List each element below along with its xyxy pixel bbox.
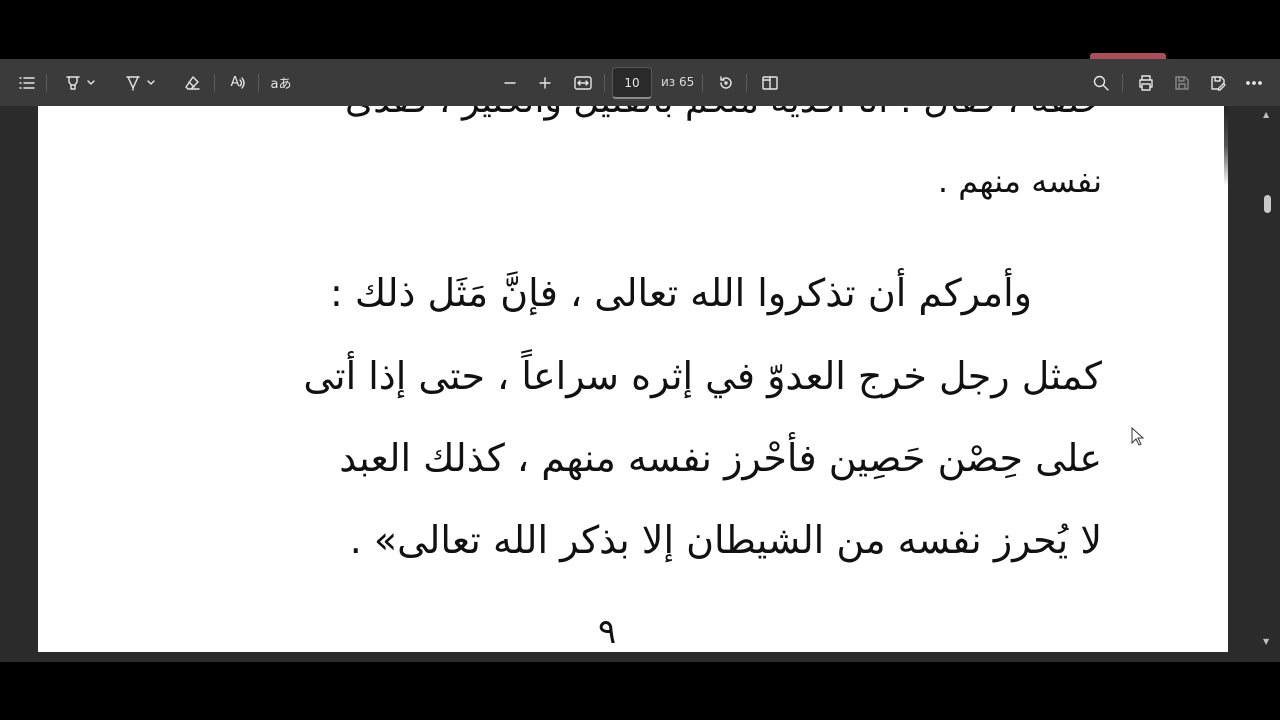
printer-icon <box>1139 74 1153 91</box>
toolbar-separator <box>746 74 747 92</box>
sound-waves-icon <box>239 76 246 89</box>
top-black-area <box>0 0 1280 59</box>
bottom-black-area <box>0 652 1280 720</box>
pdf-page: خلفه ، فقال : أنا أفديه منكم بالقليل وال… <box>38 106 1228 652</box>
save-button[interactable] <box>1170 59 1194 106</box>
scan-edge-shadow <box>1224 106 1228 186</box>
search-button[interactable] <box>1090 59 1112 106</box>
chevron-down-icon <box>87 79 95 85</box>
toolbar-separator <box>702 74 703 92</box>
zoom-out-button[interactable] <box>499 59 521 106</box>
eraser-icon <box>185 75 200 90</box>
list-icon <box>19 76 35 89</box>
page-total-label: из 65 <box>661 75 695 89</box>
mouse-cursor-icon <box>1131 426 1145 451</box>
floppy-disk-icon <box>1175 75 1189 90</box>
toolbar-separator <box>46 74 47 92</box>
print-button[interactable] <box>1134 59 1158 106</box>
text-line: كمثل رجل خرج العدوّ في إثره سراعاً ، حتى… <box>303 354 1102 398</box>
toolbar-separator <box>214 74 215 92</box>
bottom-scroll-strip <box>0 652 1280 662</box>
pen-icon <box>126 75 140 91</box>
highlight-button[interactable] <box>58 59 102 106</box>
text-line: نفسه منهم . <box>937 162 1102 200</box>
plus-icon <box>539 76 551 89</box>
scrollbar-thumb[interactable] <box>1264 195 1271 213</box>
page-number-input[interactable] <box>612 67 652 99</box>
toolbar-separator <box>604 74 605 92</box>
scroll-up-arrow-icon[interactable]: ▲ <box>1263 110 1269 119</box>
rotate-icon <box>720 75 732 89</box>
minus-icon <box>504 81 516 84</box>
page-number-footer: ٩ <box>598 612 617 652</box>
fit-to-width-button[interactable] <box>570 59 596 106</box>
page-view-icon <box>762 75 778 90</box>
document-viewer[interactable]: خلفه ، فقال : أنا أفديه منكم بالقليل وال… <box>0 106 1280 652</box>
translate-button[interactable]: aあ <box>268 59 294 106</box>
highlighter-icon <box>66 75 80 90</box>
rotate-button[interactable] <box>714 59 738 106</box>
read-aloud-icon: A <box>230 75 240 90</box>
eraser-button[interactable] <box>180 59 204 106</box>
scroll-down-arrow-icon[interactable]: ▼ <box>1263 637 1269 646</box>
draw-button[interactable] <box>118 59 162 106</box>
fit-width-icon <box>574 75 592 90</box>
save-as-button[interactable] <box>1206 59 1230 106</box>
more-options-button[interactable] <box>1242 59 1266 106</box>
text-line: وأمركم أن تذكروا الله تعالى ، فإنَّ مَثَ… <box>330 271 1032 315</box>
vertical-scrollbar[interactable] <box>1260 106 1274 652</box>
text-line: على حِصْن حَصِين فأحْرز نفسه منهم ، كذلك… <box>339 436 1102 480</box>
toolbar-separator <box>1122 74 1123 92</box>
read-aloud-button[interactable]: A <box>226 59 250 106</box>
search-icon <box>1093 75 1109 91</box>
text-line: لا يُحرز نفسه من الشيطان إلا بذكر الله ت… <box>349 518 1102 562</box>
ellipsis-icon <box>1246 80 1262 85</box>
chevron-down-icon <box>147 79 155 85</box>
zoom-in-button[interactable] <box>534 59 556 106</box>
contents-button[interactable] <box>14 59 40 106</box>
translate-icon: aあ <box>270 77 292 92</box>
page-view-button[interactable] <box>758 59 782 106</box>
text-line: خلفه ، فقال : أنا أفديه منكم بالقليل وال… <box>345 106 1102 121</box>
save-as-icon <box>1211 75 1226 91</box>
toolbar-separator <box>258 74 259 92</box>
